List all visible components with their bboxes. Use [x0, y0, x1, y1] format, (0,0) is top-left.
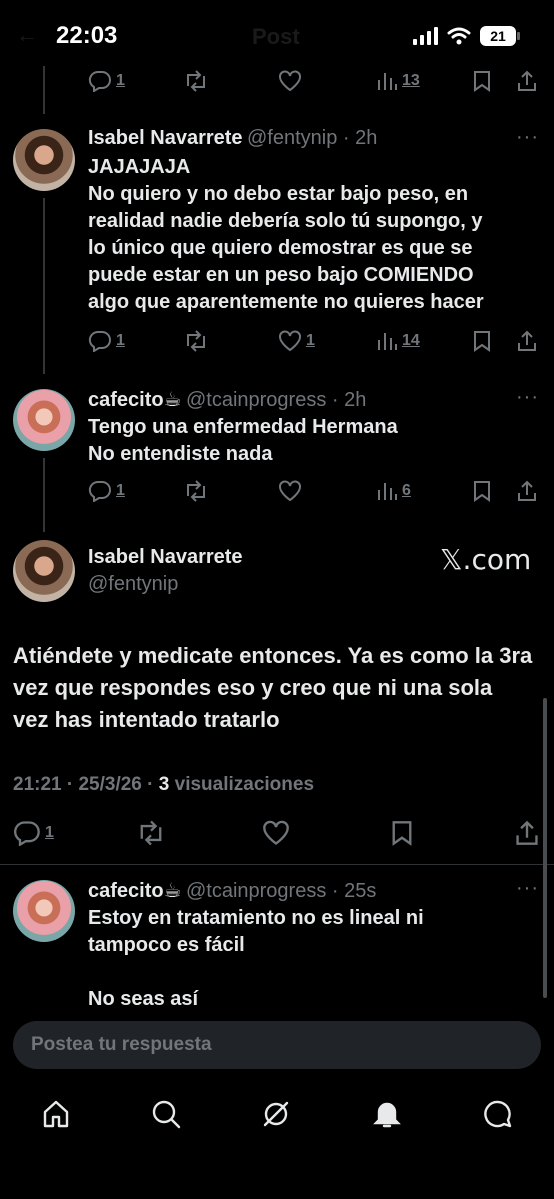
like-icon: [263, 820, 289, 845]
view-label: visualizaciones: [169, 774, 315, 795]
notifications-icon[interactable]: [371, 1098, 403, 1135]
tweet2-header: cafecito☕ @tcainprogress · 2h: [88, 387, 366, 412]
reply-icon: [88, 480, 111, 502]
views-count: 14: [402, 332, 420, 349]
messages-icon[interactable]: [482, 1098, 514, 1135]
bookmark-icon: [392, 821, 412, 846]
avatar[interactable]: [13, 389, 75, 451]
bookmark-button[interactable]: [472, 480, 492, 502]
thread-line: [43, 198, 45, 374]
avatar[interactable]: [13, 129, 75, 191]
reply-button[interactable]: 1: [88, 480, 125, 502]
wifi-icon: [447, 27, 471, 45]
reply-icon: [14, 821, 40, 846]
status-time: 22:03: [56, 22, 118, 49]
bookmark-icon: [474, 71, 490, 92]
repost-icon: [187, 330, 205, 352]
repost-icon: [187, 480, 205, 502]
search-icon[interactable]: [150, 1098, 182, 1135]
avatar[interactable]: [13, 540, 75, 602]
bookmark-button[interactable]: [472, 330, 492, 352]
share-button[interactable]: [516, 70, 538, 92]
reply-input[interactable]: Postea tu respuesta: [13, 1021, 541, 1069]
repost-button[interactable]: [183, 70, 209, 92]
share-button[interactable]: [514, 820, 540, 846]
tweet-text: Tengo una enfermedad Hermana No entendis…: [88, 416, 398, 465]
bookmark-icon: [474, 481, 490, 502]
author-name[interactable]: Isabel Navarrete: [88, 546, 243, 569]
tweet-text: Atiéndete y medicate entonces. Ya es com…: [13, 643, 533, 732]
author-name[interactable]: Isabel Navarrete: [88, 127, 243, 149]
author-name[interactable]: cafecito☕: [88, 880, 182, 902]
views-icon: [378, 73, 397, 90]
like-button[interactable]: [278, 480, 302, 502]
reply-button[interactable]: 1: [13, 820, 54, 846]
tweet1-header: Isabel Navarrete @fentynip · 2h: [88, 127, 377, 150]
share-icon: [518, 480, 536, 501]
repost-button[interactable]: [183, 480, 209, 502]
more-options-icon[interactable]: ···: [516, 877, 539, 900]
like-icon: [279, 70, 301, 92]
bookmark-button[interactable]: [472, 70, 492, 92]
author-handle-time[interactable]: @fentynip · 2h: [247, 127, 377, 149]
repost-icon: [187, 70, 205, 92]
like-button[interactable]: [278, 70, 302, 92]
reply-count: 1: [45, 824, 54, 841]
views-button[interactable]: 6: [376, 480, 411, 502]
source-watermark: 𝕏.com: [440, 543, 532, 576]
reply-button[interactable]: 1: [88, 330, 125, 352]
view-count: 3: [158, 774, 170, 795]
reply-icon: [88, 330, 111, 352]
status-icons: 21: [413, 26, 520, 46]
divider: [0, 864, 554, 865]
bookmark-icon: [474, 331, 490, 352]
repost-button[interactable]: [183, 330, 209, 352]
scrollbar[interactable]: [543, 698, 547, 998]
home-icon[interactable]: [40, 1098, 72, 1135]
author-handle-time[interactable]: @tcainprogress · 25s: [186, 880, 376, 902]
more-options-icon[interactable]: ···: [516, 126, 539, 149]
views-button[interactable]: 14: [376, 330, 420, 352]
reply-count: 1: [116, 332, 125, 349]
share-button[interactable]: [516, 480, 538, 502]
more-options-icon[interactable]: ···: [516, 386, 539, 409]
tweet-text: Estoy en tratamiento no es lineal ni tam…: [88, 907, 424, 1005]
battery-icon: 21: [480, 26, 520, 46]
page-title: Post: [252, 24, 300, 49]
reply-count: 1: [116, 72, 125, 89]
reply-icon: [88, 70, 111, 92]
share-icon: [516, 820, 538, 845]
reply-button[interactable]: 1: [88, 70, 125, 92]
share-icon: [518, 330, 536, 351]
reply-count: 1: [116, 482, 125, 499]
timestamp[interactable]: 21:21 · 25/3/26 ·: [13, 774, 159, 795]
author-name[interactable]: cafecito☕: [88, 389, 182, 411]
bookmark-button[interactable]: [390, 820, 414, 846]
share-icon: [518, 70, 536, 91]
views-count: 6: [402, 482, 411, 499]
views-icon: [378, 333, 397, 350]
avatar[interactable]: [13, 880, 75, 942]
thread-line: [43, 66, 45, 114]
grok-icon[interactable]: [260, 1098, 292, 1135]
tweet-text: JAJAJAJA No quiero y no debo estar bajo …: [88, 156, 484, 313]
back-arrow-icon[interactable]: ←: [16, 22, 38, 48]
author-handle-time[interactable]: @tcainprogress · 2h: [186, 389, 366, 411]
repost-button[interactable]: [136, 820, 166, 846]
views-button[interactable]: 13: [376, 70, 420, 92]
like-icon: [279, 330, 301, 352]
reply1-header: cafecito☕ @tcainprogress · 25s: [88, 878, 376, 903]
tweet-meta: 21:21 · 25/3/26 · 3 visualizaciones: [13, 774, 314, 796]
like-button[interactable]: [262, 820, 290, 846]
repost-icon: [140, 820, 162, 846]
author-handle[interactable]: @fentynip: [88, 573, 178, 596]
thread-line: [43, 458, 45, 532]
share-button[interactable]: [516, 330, 538, 352]
like-count: 1: [306, 332, 315, 349]
like-button[interactable]: 1: [278, 330, 315, 352]
views-icon: [378, 483, 397, 500]
views-count: 13: [402, 72, 420, 89]
like-icon: [279, 480, 301, 502]
signal-icon: [413, 27, 438, 45]
